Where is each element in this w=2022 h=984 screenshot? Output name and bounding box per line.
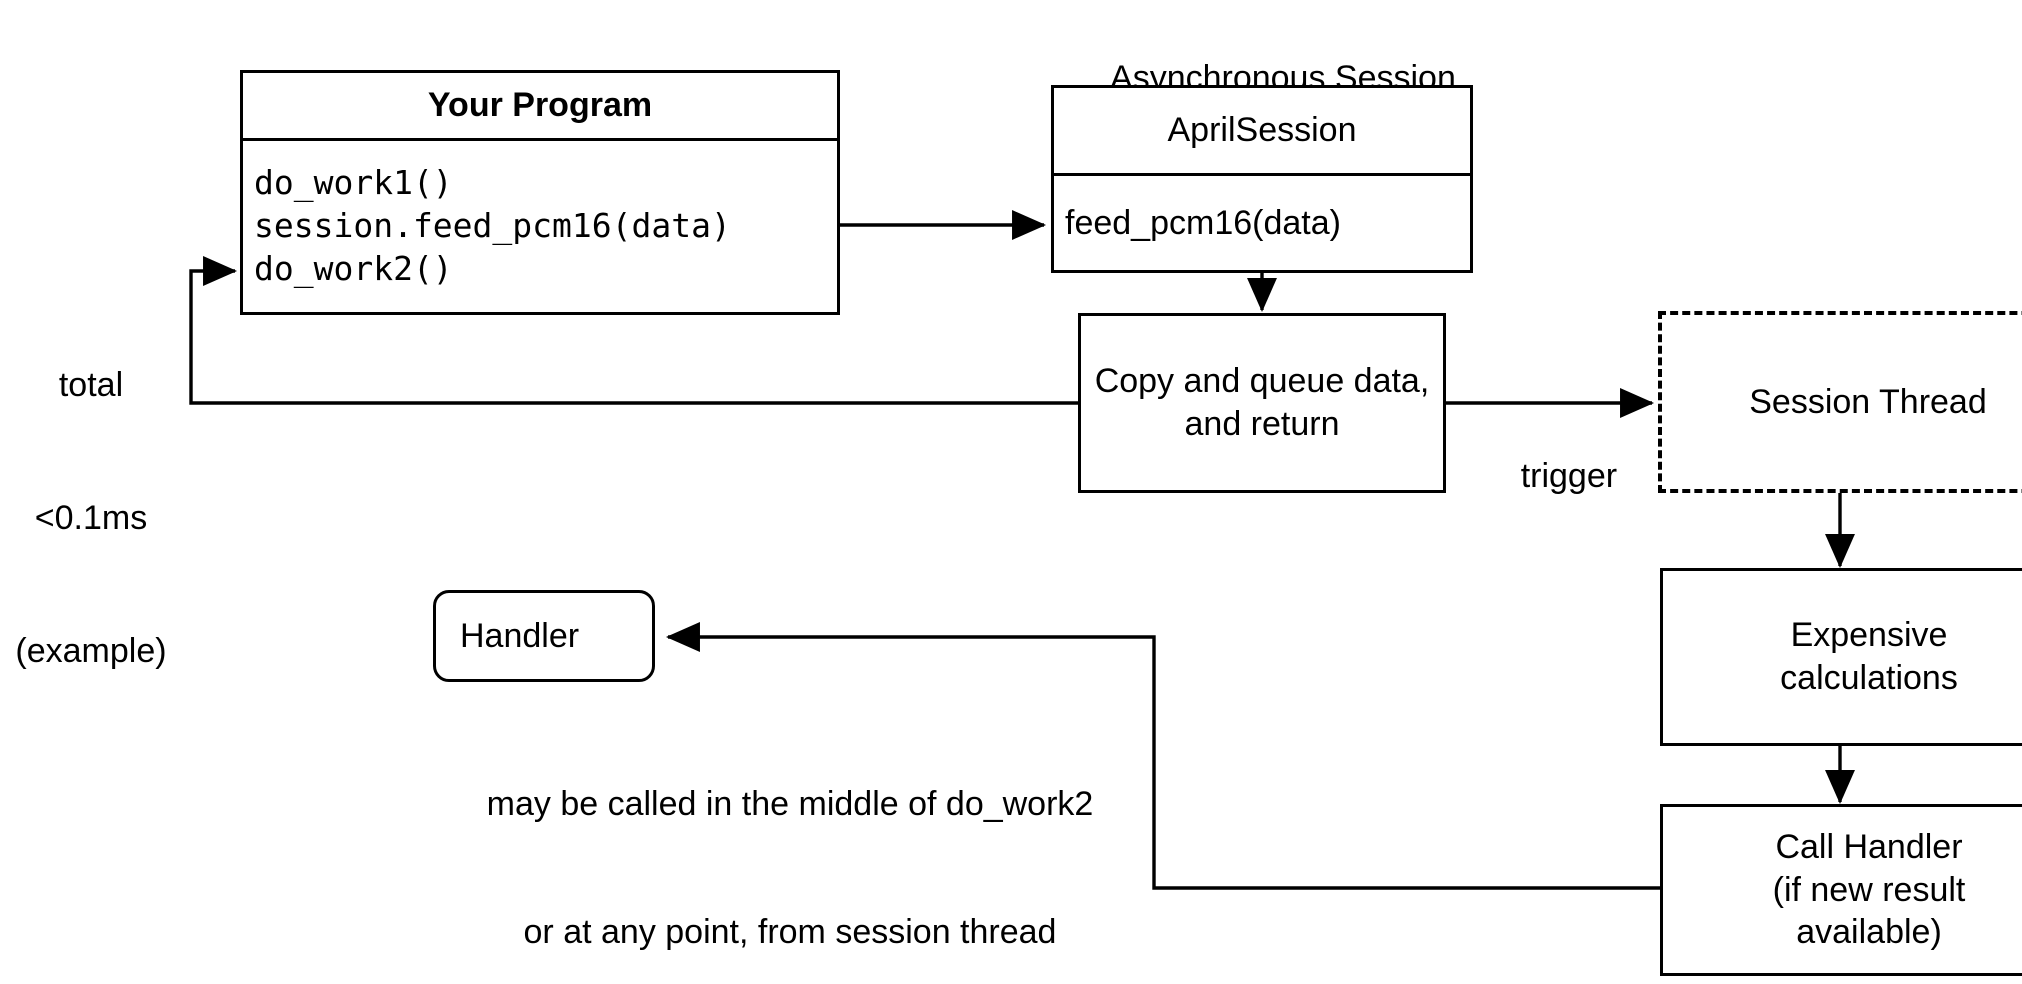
session-thread-title: Session Thread [1749,382,1987,421]
call-handler-line3: available) [1796,913,1942,952]
april-session-title: AprilSession [1054,88,1470,173]
copy-and-queue-line2: and return [1184,405,1340,443]
april-session-body: feed_pcm16(data) [1054,176,1470,270]
code-line-feed-pcm16: session.feed_pcm16(data) [254,206,731,246]
call-handler-line2: (if new result [1772,870,1966,909]
timing-note: total <0.1ms (example) [0,275,182,761]
handler-note: may be called in the middle of do_work2 … [440,697,1140,984]
handler-body: Handler [436,593,652,679]
node-your-program[interactable]: Your Program do_work1() session.feed_pcm… [240,70,840,315]
handler-title: Handler [460,616,580,655]
trigger-label-text: trigger [1520,456,1618,495]
expensive-calculations-line1: Expensive [1790,616,1948,655]
your-program-title-text: Your Program [427,85,653,124]
diagram-canvas: Asynchronous Session Your Program do_wor… [0,0,2022,984]
expensive-calculations-line2: calculations [1780,659,1958,697]
node-handler[interactable]: Handler [433,590,655,682]
copy-and-queue-line1: Copy and queue data, [1094,362,1430,401]
timing-note-line3: (example) [15,631,167,670]
april-session-title-text: AprilSession [1167,110,1357,149]
timing-note-line1: total [58,366,124,405]
your-program-body: do_work1() session.feed_pcm16(data) do_w… [243,141,837,312]
handler-note-line1: may be called in the middle of do_work2 [486,784,1094,823]
session-thread-body: Session Thread [1662,315,2022,489]
expensive-calculations-body: Expensive calculations [1663,571,2022,743]
node-call-handler[interactable]: Call Handler (if new result available) [1660,804,2022,976]
copy-and-queue-body: Copy and queue data, and return [1081,316,1443,490]
code-line-do-work1: do_work1() [254,163,453,203]
node-copy-and-queue[interactable]: Copy and queue data, and return [1078,313,1446,493]
call-handler-line1: Call Handler [1775,827,1963,866]
handler-note-line2: or at any point, from session thread [523,913,1057,952]
april-session-method: feed_pcm16(data) [1065,203,1341,242]
code-line-do-work2: do_work2() [254,248,453,288]
node-session-thread[interactable]: Session Thread [1658,311,2022,493]
node-april-session[interactable]: AprilSession feed_pcm16(data) [1051,85,1473,273]
call-handler-body: Call Handler (if new result available) [1663,807,2022,973]
node-expensive-calculations[interactable]: Expensive calculations [1660,568,2022,746]
timing-note-line2: <0.1ms [34,498,148,537]
your-program-title: Your Program [243,73,837,138]
edge-label-trigger: trigger [1470,412,1630,540]
